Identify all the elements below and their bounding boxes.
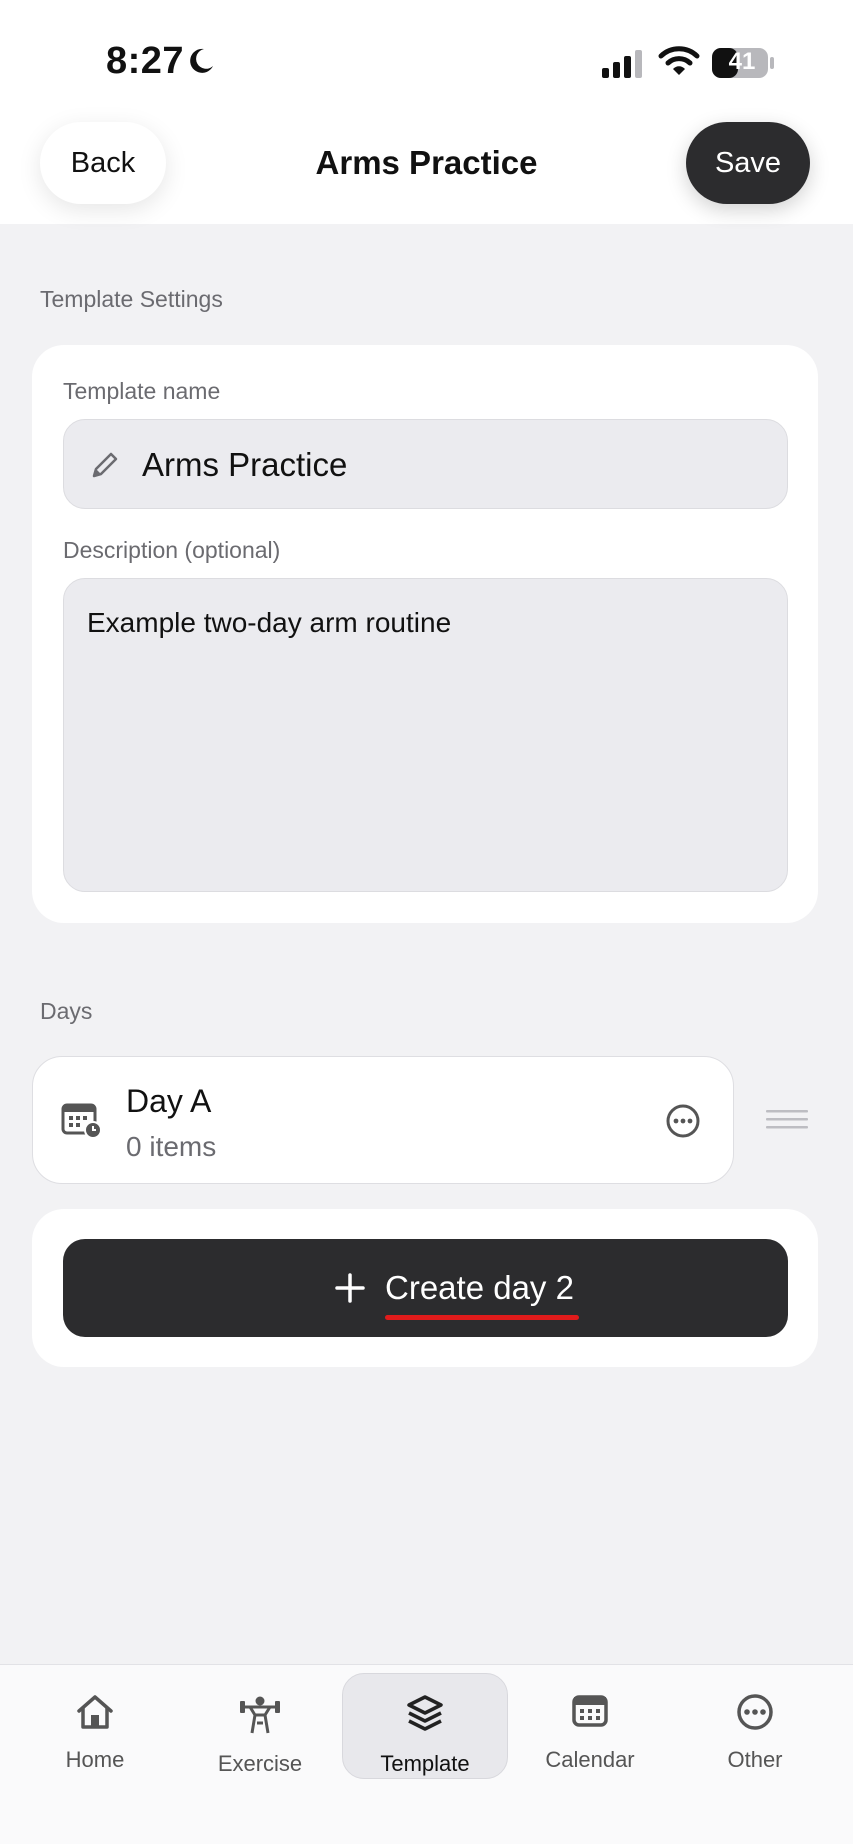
days-heading: Days: [40, 998, 93, 1024]
tab-other[interactable]: Other: [675, 1665, 835, 1785]
weightlifter-icon: [240, 1696, 280, 1734]
day-item-count: 0 items: [126, 1131, 217, 1162]
template-name-value: Arms Practice: [142, 446, 348, 483]
template-name-label: Template name: [63, 378, 221, 404]
more-options-icon[interactable]: [665, 1103, 701, 1139]
wifi-icon: [658, 46, 700, 75]
calendar-clock-icon: [61, 1103, 102, 1139]
day-item[interactable]: Day A 0 items: [32, 1056, 734, 1184]
tab-other-label: Other: [727, 1747, 783, 1772]
save-button[interactable]: Save: [686, 122, 810, 204]
template-settings-card: Template name Arms Practice Description …: [32, 345, 818, 923]
status-bar: 8:27 41: [0, 0, 853, 120]
create-day-button[interactable]: Create day 2: [63, 1239, 788, 1337]
plus-icon: [335, 1273, 365, 1303]
drag-handle-icon[interactable]: [766, 1108, 808, 1132]
home-icon: [77, 1695, 113, 1729]
template-name-field[interactable]: Arms Practice: [63, 419, 788, 509]
tab-exercise-label: Exercise: [217, 1751, 303, 1776]
moon-icon: [190, 48, 213, 73]
battery-level: 41: [728, 48, 756, 75]
more-icon: [737, 1694, 773, 1730]
calendar-icon: [572, 1695, 608, 1727]
pencil-icon: [92, 452, 118, 478]
annotation-underline: [385, 1315, 579, 1320]
description-value: Example two-day arm routine: [87, 607, 452, 638]
description-field[interactable]: Example two-day arm routine: [63, 578, 788, 892]
tab-template[interactable]: Template: [345, 1665, 505, 1785]
layers-icon: [407, 1695, 443, 1731]
description-label: Description (optional): [63, 537, 281, 563]
tab-calendar[interactable]: Calendar: [510, 1665, 670, 1785]
tab-home[interactable]: Home: [15, 1665, 175, 1785]
create-day-label: Create day 2: [385, 1269, 574, 1306]
tab-template-label: Template: [380, 1751, 470, 1776]
tab-home-label: Home: [65, 1747, 125, 1772]
day-name: Day A: [126, 1083, 212, 1119]
cellular-signal-icon: [602, 50, 642, 78]
bottom-tab-bar: Home Exercise Template Calendar Other: [0, 1664, 853, 1844]
tab-exercise[interactable]: Exercise: [180, 1665, 340, 1785]
create-day-card: Create day 2: [32, 1209, 818, 1367]
template-settings-heading: Template Settings: [40, 286, 223, 312]
tab-calendar-label: Calendar: [545, 1747, 635, 1772]
status-time: 8:27: [106, 40, 185, 82]
navigation-header: Back Arms Practice Save: [0, 110, 853, 224]
